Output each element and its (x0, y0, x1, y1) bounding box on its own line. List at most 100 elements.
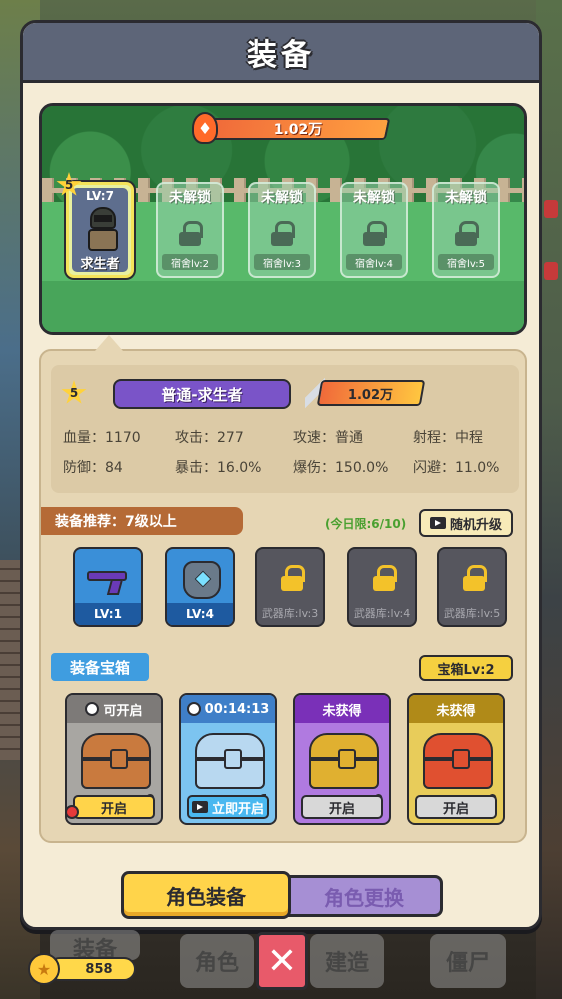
lock-icon (179, 221, 203, 246)
open-chest-button[interactable]: 开启 (415, 795, 497, 819)
coin-amount: 858 (48, 957, 136, 981)
hero-slot[interactable]: LV:7 求生者 (66, 182, 134, 278)
tab-character-switch[interactable]: 角色更换 (285, 875, 443, 917)
locked-hero-slot[interactable]: 未解锁 宿舍lv:3 (248, 182, 316, 278)
locked-label: 未解锁 (445, 190, 487, 206)
chest-section-title: 装备宝箱 (51, 653, 149, 681)
hero-level: LV:7 (86, 189, 114, 203)
chest-card[interactable]: 未获得 ×0 开启 (293, 693, 391, 825)
chest-icon (423, 733, 493, 789)
locked-label: 未解锁 (353, 190, 395, 206)
team-power-value: 1.02万 (273, 122, 323, 138)
clock-icon (186, 702, 201, 716)
tab-character-equipment[interactable]: 角色装备 (121, 871, 291, 919)
nav-label: 建造 (324, 951, 369, 976)
chest-icon (81, 733, 151, 789)
stat-hp: 血量：1170 (63, 430, 141, 446)
panel-tabs: 角色装备 角色更换 (121, 871, 447, 921)
unlock-requirement: 武器库:lv:4 (353, 607, 411, 620)
equipment-recommend: 装备推荐：7级以上 (41, 507, 243, 535)
open-chest-button[interactable]: 开启 (73, 795, 155, 819)
locked-hero-slot[interactable]: 未解锁 宿舍lv:2 (156, 182, 224, 278)
stat-defense: 防御：84 (63, 460, 123, 476)
nav-label: 僵尸 (445, 951, 490, 976)
chest-card[interactable]: 未获得 ×0 开启 (407, 693, 505, 825)
notification-dot (67, 805, 79, 819)
open-chest-label: 开启 (328, 801, 355, 817)
equipment-slot-armor[interactable]: LV:4 (165, 547, 235, 627)
unlock-requirement: 宿舍lv:5 (438, 254, 494, 270)
daily-limit: (今日限:6/10) (325, 517, 407, 531)
equipment-slot-weapon[interactable]: LV:1 (73, 547, 143, 627)
side-alert-icon (544, 262, 558, 280)
unlock-requirement: 武器库:lv:5 (443, 607, 501, 620)
hero-name: 求生者 (80, 257, 120, 272)
star-rank-icon: 5 (61, 380, 87, 404)
locked-label: 未解锁 (169, 190, 211, 206)
equipment-level: LV:1 (75, 603, 141, 625)
random-upgrade-button[interactable]: 随机升级 (419, 509, 513, 537)
stats-box: 5 普通-求生者 1.02万 血量：1170 攻击：277 攻速：普通 射程：中… (51, 365, 519, 493)
coin-counter: ★ 858 (28, 953, 138, 985)
open-chest-label: 开启 (100, 801, 127, 817)
video-ad-icon (191, 801, 208, 813)
locked-label: 未解锁 (261, 190, 303, 206)
instant-open-label: 立即开启 (211, 801, 264, 817)
unlock-requirement: 武器库:lv:3 (261, 607, 319, 620)
video-ad-icon (429, 517, 446, 529)
armor-icon (183, 561, 221, 599)
locked-hero-slot[interactable]: 未解锁 宿舍lv:5 (432, 182, 500, 278)
panel-header: 装备 (23, 23, 539, 83)
stat-grid: 血量：1170 攻击：277 攻速：普通 射程：中程 防御：84 暴击：16.0… (63, 427, 523, 477)
stat-range: 射程：中程 (413, 430, 483, 446)
padlock-icon (281, 565, 305, 591)
side-alert-icon (544, 200, 558, 218)
equipment-level: LV:4 (167, 603, 233, 625)
team-scene: ♦ 1.02万 LV:7 求生者 5 未解锁 宿舍lv:2 未解锁 宿舍lv:3… (39, 103, 527, 335)
chest-card[interactable]: 可开启 ×9 开启 (65, 693, 163, 825)
unlock-requirement: 宿舍lv:3 (254, 254, 310, 270)
unlock-requirement: 宿舍lv:2 (162, 254, 218, 270)
equipment-slot-locked[interactable]: 武器库:lv:5 (437, 547, 507, 627)
chest-icon (309, 733, 379, 789)
panel-title: 装备 (247, 37, 315, 73)
chest-card[interactable]: 00:14:13 ×1 立即开启 (179, 693, 277, 825)
stat-attack-speed: 攻速：普通 (293, 430, 363, 446)
chest-status: 未获得 (436, 703, 476, 719)
stat-attack: 攻击：277 (175, 430, 244, 446)
role-power: 1.02万 (316, 380, 426, 406)
survivor-avatar (86, 207, 120, 253)
chest-timer: 00:14:13 (204, 701, 270, 717)
close-icon[interactable]: ✕ (256, 932, 308, 990)
locked-hero-slot[interactable]: 未解锁 宿舍lv:4 (340, 182, 408, 278)
lock-icon (363, 221, 387, 246)
open-chest-button[interactable]: 开启 (301, 795, 383, 819)
equipment-slot-locked[interactable]: 武器库:lv:3 (255, 547, 325, 627)
stat-dodge: 闪避：11.0% (413, 460, 500, 476)
instant-open-button[interactable]: 立即开启 (187, 795, 269, 819)
equipment-panel: 装备 ♦ 1.02万 LV:7 求生者 5 未解锁 宿舍lv:2 未解锁 宿舍l… (20, 20, 542, 930)
padlock-icon (463, 565, 487, 591)
chest-status: 可开启 (103, 703, 143, 719)
chest-level-badge[interactable]: 宝箱Lv:2 (419, 655, 513, 681)
unlock-requirement: 宿舍lv:4 (346, 254, 402, 270)
lock-icon (271, 221, 295, 246)
lock-icon (455, 221, 479, 246)
pistol-icon (87, 567, 131, 595)
equipment-slot-locked[interactable]: 武器库:lv:4 (347, 547, 417, 627)
role-name: 普通-求生者 (113, 379, 291, 409)
coin-icon: ★ (28, 953, 60, 985)
flame-icon: ♦ (192, 112, 218, 144)
clock-icon (85, 702, 100, 716)
padlock-icon (373, 565, 397, 591)
open-chest-label: 开启 (442, 801, 469, 817)
team-power-bar: 1.02万 (205, 118, 391, 140)
nav-label: 角色 (194, 951, 239, 976)
chest-status: 未获得 (322, 703, 362, 719)
hero-info-panel: 5 普通-求生者 1.02万 血量：1170 攻击：277 攻速：普通 射程：中… (39, 349, 527, 843)
random-upgrade-label: 随机升级 (449, 517, 502, 533)
nav-character[interactable]: 角色 (180, 934, 254, 988)
nav-build[interactable]: 建造 (310, 934, 384, 988)
nav-zombie[interactable]: 僵尸 (430, 934, 506, 988)
stat-crit: 暴击：16.0% (175, 460, 262, 476)
